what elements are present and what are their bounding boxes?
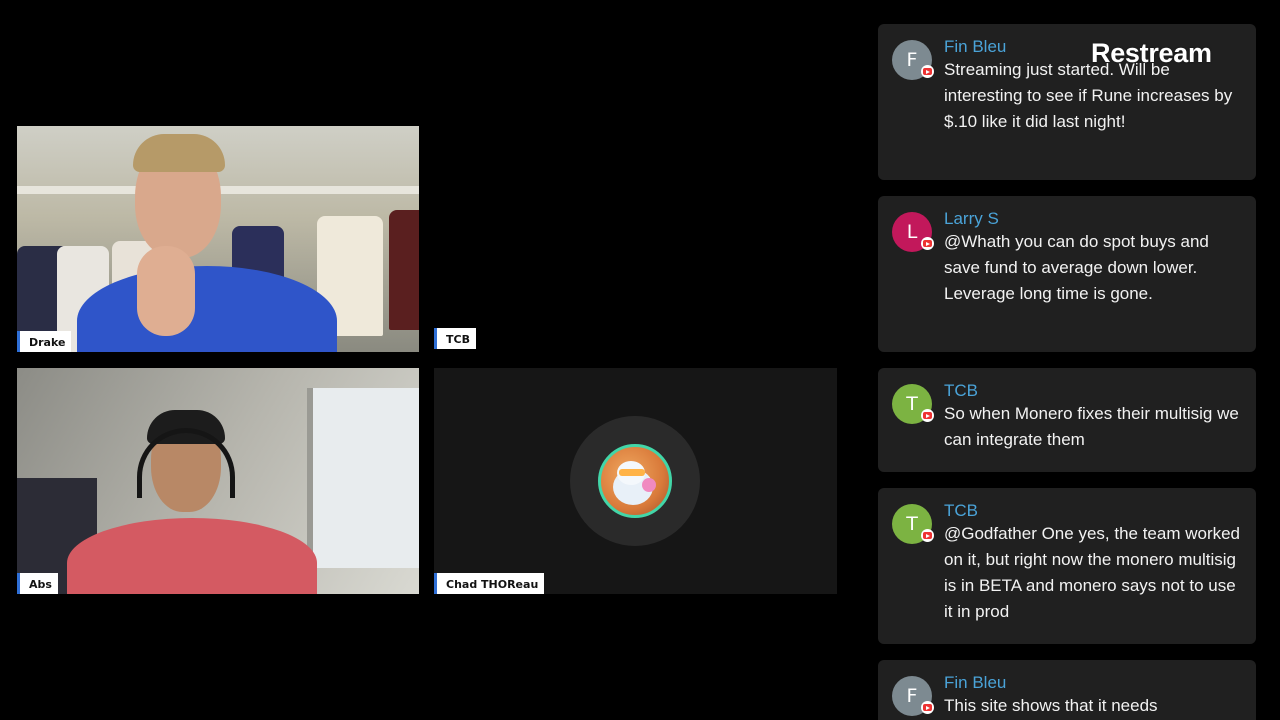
chat-message: T TCB @Godfather One yes, the team worke… [878, 488, 1256, 644]
message-author: TCB [944, 381, 978, 400]
youtube-icon [921, 529, 934, 542]
message-text: @Godfather One yes, the team worked on i… [944, 524, 1241, 621]
participant-label: Chad THOReau [434, 573, 545, 594]
window [307, 388, 419, 568]
message-text: This site shows that it needs [944, 696, 1158, 715]
youtube-icon [921, 65, 934, 78]
video-tile-abs[interactable]: Abs [17, 368, 419, 594]
youtube-icon [921, 237, 934, 250]
character-avatar-icon [613, 461, 656, 505]
avatar: F [892, 40, 934, 80]
youtube-icon [921, 701, 934, 714]
message-author: Fin Bleu [944, 673, 1007, 692]
avatar: F [892, 676, 934, 716]
person-hair [133, 134, 225, 172]
avatar-ring [570, 416, 700, 546]
message-text: @Whath you can do spot buys and save fun… [944, 232, 1209, 303]
message-author: TCB [944, 501, 978, 520]
person-torso [67, 518, 317, 594]
participant-label: Drake [17, 331, 72, 352]
message-author: Larry S [944, 209, 999, 228]
video-tile-chad[interactable]: Chad THOReau [434, 368, 837, 594]
avatar [598, 444, 672, 518]
restream-logo: Restream [1091, 38, 1212, 68]
chat-panel: F Fin Bleu Streaming just started. Will … [878, 24, 1256, 720]
avatar: L [892, 212, 934, 252]
chat-message: F Fin Bleu This site shows that it needs [878, 660, 1256, 720]
chat-message: T TCB So when Monero fixes their multisi… [878, 368, 1256, 472]
avatar: T [892, 384, 934, 424]
youtube-icon [921, 409, 934, 422]
avatar: T [892, 504, 934, 544]
person-hand [137, 246, 195, 336]
message-text: So when Monero fixes their multisig we c… [944, 404, 1239, 449]
video-tile-drake[interactable]: Drake [17, 126, 419, 352]
chat-message: L Larry S @Whath you can do spot buys an… [878, 196, 1256, 352]
participant-label-tcb: TCB [434, 328, 476, 349]
participant-label: Abs [17, 573, 58, 594]
